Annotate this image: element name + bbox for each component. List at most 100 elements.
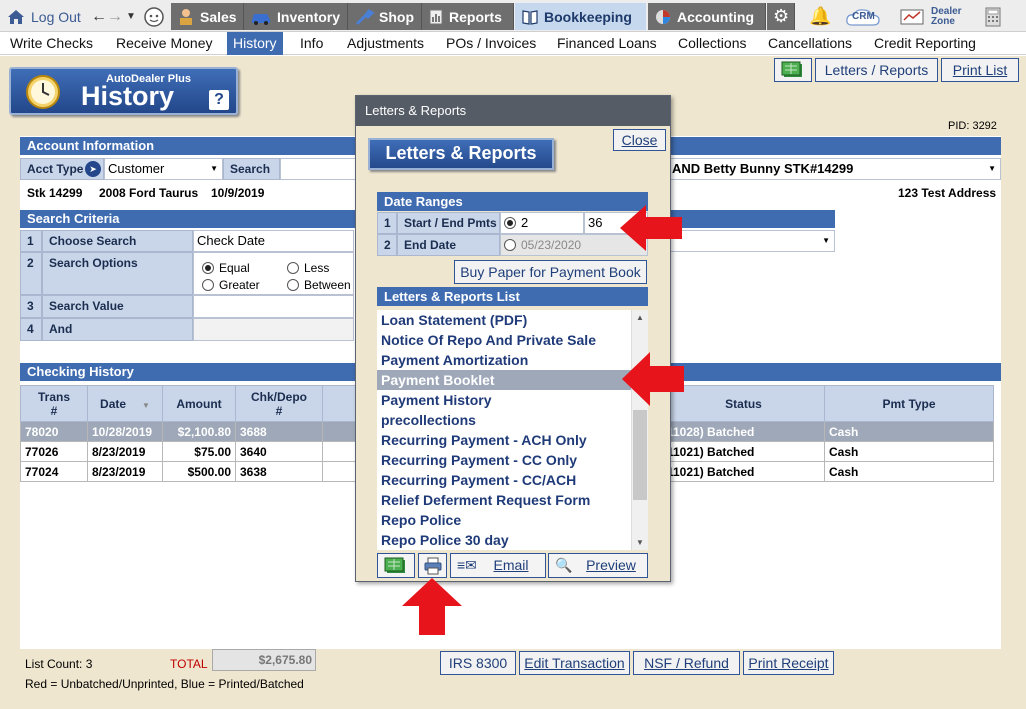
acct-type-select[interactable]: Customer ▼: [104, 158, 223, 180]
list-item[interactable]: Relief Deferment Request Form: [377, 490, 648, 510]
back-arrow-icon[interactable]: ←: [91, 8, 107, 26]
account-address: 123 Test Address: [898, 186, 997, 200]
settings-gear-icon[interactable]: ⚙: [767, 3, 795, 30]
option-less[interactable]: Less: [287, 260, 329, 275]
start-pmt-input[interactable]: 2: [500, 212, 584, 234]
list-item[interactable]: Notice Of Repo And Private Sale: [377, 330, 648, 350]
cell-status: 11028) Batched: [662, 421, 825, 442]
list-item[interactable]: Repo Police: [377, 510, 648, 530]
print-button[interactable]: [418, 553, 447, 578]
end-date-label: End Date: [397, 234, 500, 256]
menu-cancellations[interactable]: Cancellations: [762, 32, 858, 55]
close-button[interactable]: Close: [613, 129, 666, 151]
chevron-down-icon[interactable]: ▼: [822, 236, 830, 245]
help-icon[interactable]: ?: [209, 90, 229, 110]
menu-collections[interactable]: Collections: [672, 32, 752, 55]
edit-transaction-button[interactable]: Edit Transaction: [519, 651, 630, 675]
list-item[interactable]: Recurring Payment - CC/ACH: [377, 470, 648, 490]
history-nav[interactable]: ← → ▼: [91, 3, 136, 30]
option-equal[interactable]: Equal: [202, 260, 250, 275]
scroll-up-icon[interactable]: ▲: [636, 313, 644, 322]
search-value-input[interactable]: [193, 295, 354, 318]
list-scrollbar[interactable]: ▲ ▼: [631, 310, 648, 550]
scrollbar-thumb[interactable]: [633, 410, 647, 500]
list-item[interactable]: Recurring Payment - ACH Only: [377, 430, 648, 450]
logout-link[interactable]: Log Out: [6, 3, 81, 30]
print-receipt-button[interactable]: Print Receipt: [743, 651, 834, 675]
col-chk-depo[interactable]: Chk/Depo #: [235, 385, 323, 422]
radio-equal[interactable]: [202, 262, 214, 274]
sort-desc-icon[interactable]: ▼: [142, 401, 150, 410]
search-field-dropdown[interactable]: ▼: [670, 230, 835, 252]
buy-paper-button[interactable]: Buy Paper for Payment Book: [454, 260, 647, 284]
lookup-icon[interactable]: ➤: [85, 161, 101, 177]
col-trans[interactable]: Trans #: [20, 385, 88, 422]
wrench-icon: [355, 8, 374, 25]
menu-financed-loans[interactable]: Financed Loans: [551, 32, 663, 55]
account-search-value: AND Betty Bunny STK#14299: [672, 161, 854, 176]
nav-accounting[interactable]: Accounting: [648, 3, 766, 30]
red-arrow-icon: [402, 578, 462, 635]
list-item[interactable]: Loan Statement (PDF): [377, 310, 648, 330]
menu-receive-money[interactable]: Receive Money: [110, 32, 219, 55]
choose-search-select[interactable]: Check Date: [193, 230, 354, 252]
menu-pos-invoices[interactable]: POs / Invoices: [440, 32, 542, 55]
forward-arrow-icon[interactable]: →: [107, 8, 123, 26]
list-item[interactable]: Repo Police 30 day: [377, 530, 648, 550]
menu-adjustments[interactable]: Adjustments: [341, 32, 430, 55]
list-item[interactable]: Payment History: [377, 390, 648, 410]
option-between[interactable]: Between: [287, 277, 351, 292]
export-excel-button[interactable]: [774, 58, 812, 82]
nav-shop[interactable]: Shop: [348, 3, 422, 30]
cell-chk: 3638: [235, 461, 323, 482]
calculator-icon[interactable]: [985, 3, 1006, 30]
end-date-value: 05/23/2020: [521, 238, 582, 252]
option-greater[interactable]: Greater: [202, 277, 260, 292]
list-item[interactable]: Recurring Payment - CC Only: [377, 450, 648, 470]
menu-info[interactable]: Info: [294, 32, 329, 55]
nav-inventory-label: Inventory: [277, 8, 341, 25]
notification-bell-icon[interactable]: 🔔: [809, 3, 831, 30]
scroll-down-icon[interactable]: ▼: [636, 538, 644, 547]
crm-button[interactable]: CRM: [844, 3, 887, 30]
cell-status: 11021) Batched: [662, 441, 825, 462]
col-status[interactable]: Status: [662, 385, 825, 422]
list-item-selected[interactable]: Payment Booklet: [377, 370, 648, 390]
irs-8300-button[interactable]: IRS 8300: [440, 651, 516, 675]
start-pmt-value: 2: [521, 215, 529, 230]
preview-button[interactable]: 🔍 Preview: [548, 553, 648, 578]
export-excel-button[interactable]: [377, 553, 415, 578]
row-number: 1: [377, 212, 397, 234]
email-button[interactable]: ≡✉ Email: [450, 553, 546, 578]
col-date[interactable]: Date ▼: [87, 385, 163, 422]
chevron-down-icon[interactable]: ▼: [988, 159, 996, 179]
col-pmt-type[interactable]: Pmt Type: [824, 385, 994, 422]
radio-less[interactable]: [287, 262, 299, 274]
print-list-button[interactable]: Print List: [941, 58, 1019, 82]
letters-reports-button[interactable]: Letters / Reports: [815, 58, 938, 82]
nsf-refund-button[interactable]: NSF / Refund: [633, 651, 740, 675]
radio-end-date[interactable]: [504, 239, 516, 251]
list-item[interactable]: Payment Amortization: [377, 350, 648, 370]
cell-date: 8/23/2019: [87, 441, 163, 462]
row-number: 4: [20, 318, 42, 341]
list-item[interactable]: precollections: [377, 410, 648, 430]
menu-write-checks[interactable]: Write Checks: [4, 32, 99, 55]
chevron-down-icon[interactable]: ▼: [210, 159, 218, 179]
dealer-zone-button[interactable]: Dealer Zone: [900, 3, 962, 30]
radio-between[interactable]: [287, 279, 299, 291]
letters-reports-dialog: Letters & Reports Letters & Reports Clos…: [355, 95, 671, 582]
nav-reports[interactable]: Reports: [422, 3, 514, 30]
nav-sales[interactable]: Sales: [171, 3, 244, 30]
user-avatar-icon[interactable]: [143, 3, 169, 30]
radio-greater[interactable]: [202, 279, 214, 291]
and-value-input[interactable]: [193, 318, 354, 341]
dialog-titlebar[interactable]: Letters & Reports: [356, 96, 670, 126]
nav-bookkeeping[interactable]: Bookkeeping: [515, 3, 646, 30]
nav-inventory[interactable]: Inventory: [244, 3, 348, 30]
menu-history[interactable]: History: [227, 32, 283, 55]
menu-credit-reporting[interactable]: Credit Reporting: [868, 32, 982, 55]
col-amount[interactable]: Amount: [162, 385, 236, 422]
dropdown-caret-icon[interactable]: ▼: [126, 11, 136, 22]
radio-start-end-pmts[interactable]: [504, 217, 516, 229]
